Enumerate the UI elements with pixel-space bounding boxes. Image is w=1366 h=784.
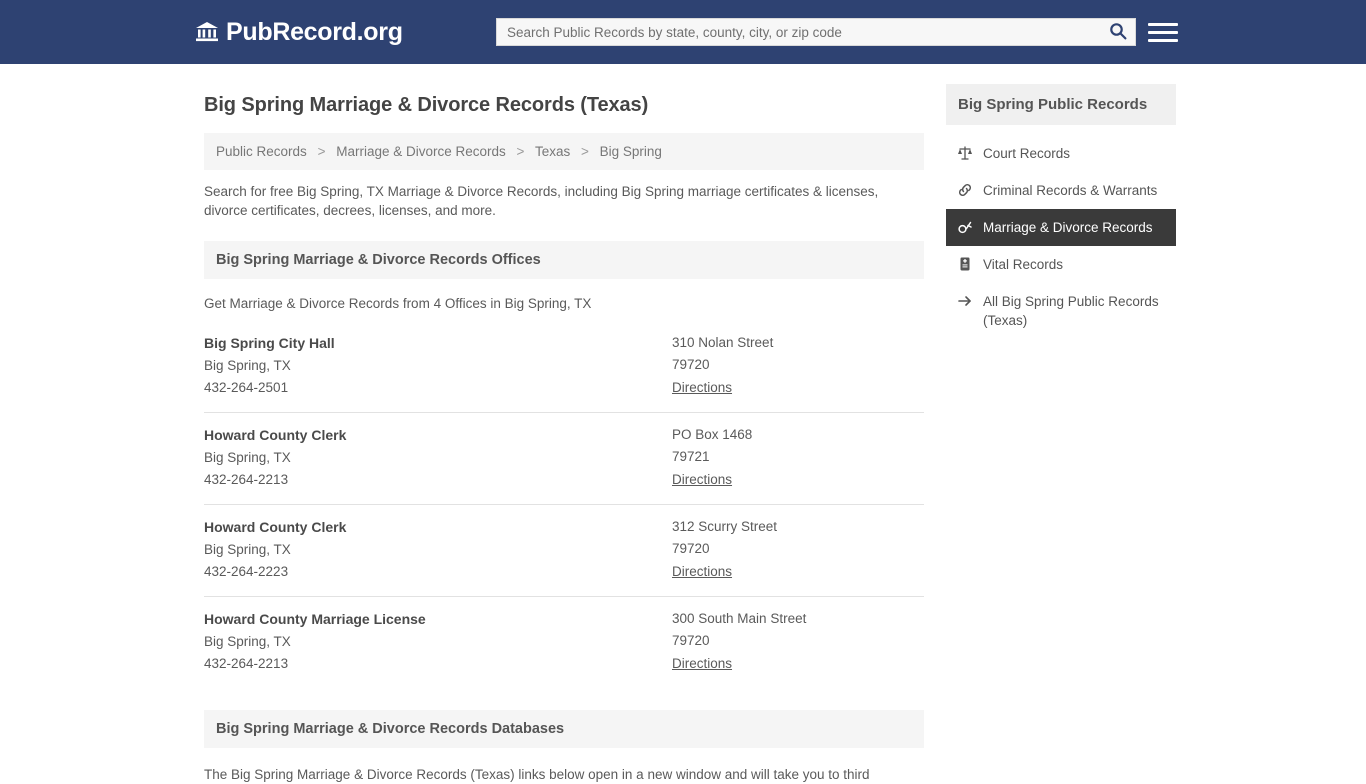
office-phone: 432-264-2213 bbox=[204, 472, 289, 487]
page-title: Big Spring Marriage & Divorce Records (T… bbox=[204, 94, 649, 116]
sidebar-item-label: Criminal Records & Warrants bbox=[983, 183, 1158, 198]
hamburger-menu-icon[interactable] bbox=[1148, 18, 1178, 46]
databases-section-heading: Big Spring Marriage & Divorce Records Da… bbox=[204, 710, 924, 748]
office-name: Big Spring City Hall bbox=[204, 335, 335, 351]
sidebar-item-court-records[interactable]: Court Records bbox=[946, 135, 1176, 172]
office-phone: 432-264-2223 bbox=[204, 564, 289, 579]
office-name: Howard County Marriage License bbox=[204, 611, 426, 627]
table-row: Big Spring City Hall Big Spring, TX 432-… bbox=[204, 321, 924, 413]
office-zip: 79721 bbox=[672, 449, 710, 464]
sidebar-item-label: Vital Records bbox=[983, 257, 1064, 272]
search-button[interactable] bbox=[1101, 19, 1135, 45]
breadcrumb-item-big-spring[interactable]: Big Spring bbox=[600, 144, 662, 159]
directions-link[interactable]: Directions bbox=[672, 472, 732, 487]
sidebar-item-marriage-divorce-records[interactable]: Marriage & Divorce Records bbox=[946, 209, 1176, 246]
sidebar-item-label: Marriage & Divorce Records bbox=[983, 220, 1153, 235]
office-phone: 432-264-2501 bbox=[204, 380, 289, 395]
office-address: PO Box 1468 bbox=[672, 427, 753, 442]
directions-link[interactable]: Directions bbox=[672, 656, 732, 671]
office-details: Howard County Clerk Big Spring, TX 432-2… bbox=[204, 519, 672, 581]
certificate-icon bbox=[956, 256, 974, 272]
site-header: PubRecord.org bbox=[0, 0, 1366, 64]
breadcrumb-item-texas[interactable]: Texas bbox=[535, 144, 570, 159]
office-name: Howard County Clerk bbox=[204, 519, 347, 535]
office-city: Big Spring, TX bbox=[204, 542, 291, 557]
sidebar-item-all-big-spring-public-records[interactable]: All Big Spring Public Records (Texas) bbox=[946, 283, 1176, 339]
directions-link[interactable]: Directions bbox=[672, 564, 732, 579]
office-zip: 79720 bbox=[672, 357, 710, 372]
rings-icon bbox=[956, 219, 974, 235]
breadcrumb-separator: > bbox=[317, 144, 326, 159]
office-name: Howard County Clerk bbox=[204, 427, 347, 443]
directions-link[interactable]: Directions bbox=[672, 380, 732, 395]
office-address-block: 310 Nolan Street 79720 Directions bbox=[672, 335, 924, 397]
office-city: Big Spring, TX bbox=[204, 450, 291, 465]
breadcrumb-item-marriage-divorce-records[interactable]: Marriage & Divorce Records bbox=[336, 144, 506, 159]
office-city: Big Spring, TX bbox=[204, 358, 291, 373]
office-address-block: 300 South Main Street 79720 Directions bbox=[672, 611, 924, 673]
office-details: Big Spring City Hall Big Spring, TX 432-… bbox=[204, 335, 672, 397]
sidebar-list: Court Records Criminal Records & Warrant… bbox=[946, 135, 1176, 339]
sidebar-item-label: All Big Spring Public Records (Texas) bbox=[983, 294, 1159, 328]
office-zip: 79720 bbox=[672, 633, 710, 648]
office-details: Howard County Marriage License Big Sprin… bbox=[204, 611, 672, 673]
sidebar-heading: Big Spring Public Records bbox=[946, 84, 1176, 125]
bank-icon bbox=[196, 21, 218, 43]
sidebar-item-label: Court Records bbox=[983, 146, 1071, 161]
page-body: Big Spring Marriage & Divorce Records (T… bbox=[0, 64, 1366, 784]
link-icon bbox=[956, 182, 974, 198]
office-address: 300 South Main Street bbox=[672, 611, 807, 626]
scales-icon bbox=[956, 145, 974, 161]
search-icon bbox=[1109, 22, 1127, 43]
table-row: Howard County Clerk Big Spring, TX 432-2… bbox=[204, 505, 924, 597]
sidebar: Big Spring Public Records Court Records bbox=[946, 84, 1176, 339]
site-logo[interactable]: PubRecord.org bbox=[196, 18, 403, 47]
intro-text: Search for free Big Spring, TX Marriage … bbox=[204, 184, 879, 218]
breadcrumb: Public Records > Marriage & Divorce Reco… bbox=[204, 133, 924, 170]
offices-list: Big Spring City Hall Big Spring, TX 432-… bbox=[204, 321, 924, 688]
sidebar-item-criminal-records-warrants[interactable]: Criminal Records & Warrants bbox=[946, 172, 1176, 209]
table-row: Howard County Clerk Big Spring, TX 432-2… bbox=[204, 413, 924, 505]
office-zip: 79720 bbox=[672, 541, 710, 556]
site-logo-text: PubRecord.org bbox=[226, 17, 403, 46]
sidebar-item-vital-records[interactable]: Vital Records bbox=[946, 246, 1176, 283]
office-address: 310 Nolan Street bbox=[672, 335, 774, 350]
office-address-block: PO Box 1468 79721 Directions bbox=[672, 427, 924, 489]
search-input[interactable] bbox=[497, 19, 1101, 45]
offices-section-subheading: Get Marriage & Divorce Records from 4 Of… bbox=[204, 296, 592, 311]
breadcrumb-separator: > bbox=[516, 144, 525, 159]
offices-section-heading: Big Spring Marriage & Divorce Records Of… bbox=[204, 241, 924, 279]
office-address: 312 Scurry Street bbox=[672, 519, 778, 534]
office-address-block: 312 Scurry Street 79720 Directions bbox=[672, 519, 924, 581]
search-bar[interactable] bbox=[496, 18, 1136, 46]
office-city: Big Spring, TX bbox=[204, 634, 291, 649]
main-column: Big Spring Marriage & Divorce Records (T… bbox=[196, 84, 936, 784]
office-details: Howard County Clerk Big Spring, TX 432-2… bbox=[204, 427, 672, 489]
office-phone: 432-264-2213 bbox=[204, 656, 289, 671]
breadcrumb-item-public-records[interactable]: Public Records bbox=[216, 144, 307, 159]
arrow-right-icon bbox=[956, 293, 974, 309]
table-row: Howard County Marriage License Big Sprin… bbox=[204, 597, 924, 688]
breadcrumb-separator: > bbox=[581, 144, 589, 159]
